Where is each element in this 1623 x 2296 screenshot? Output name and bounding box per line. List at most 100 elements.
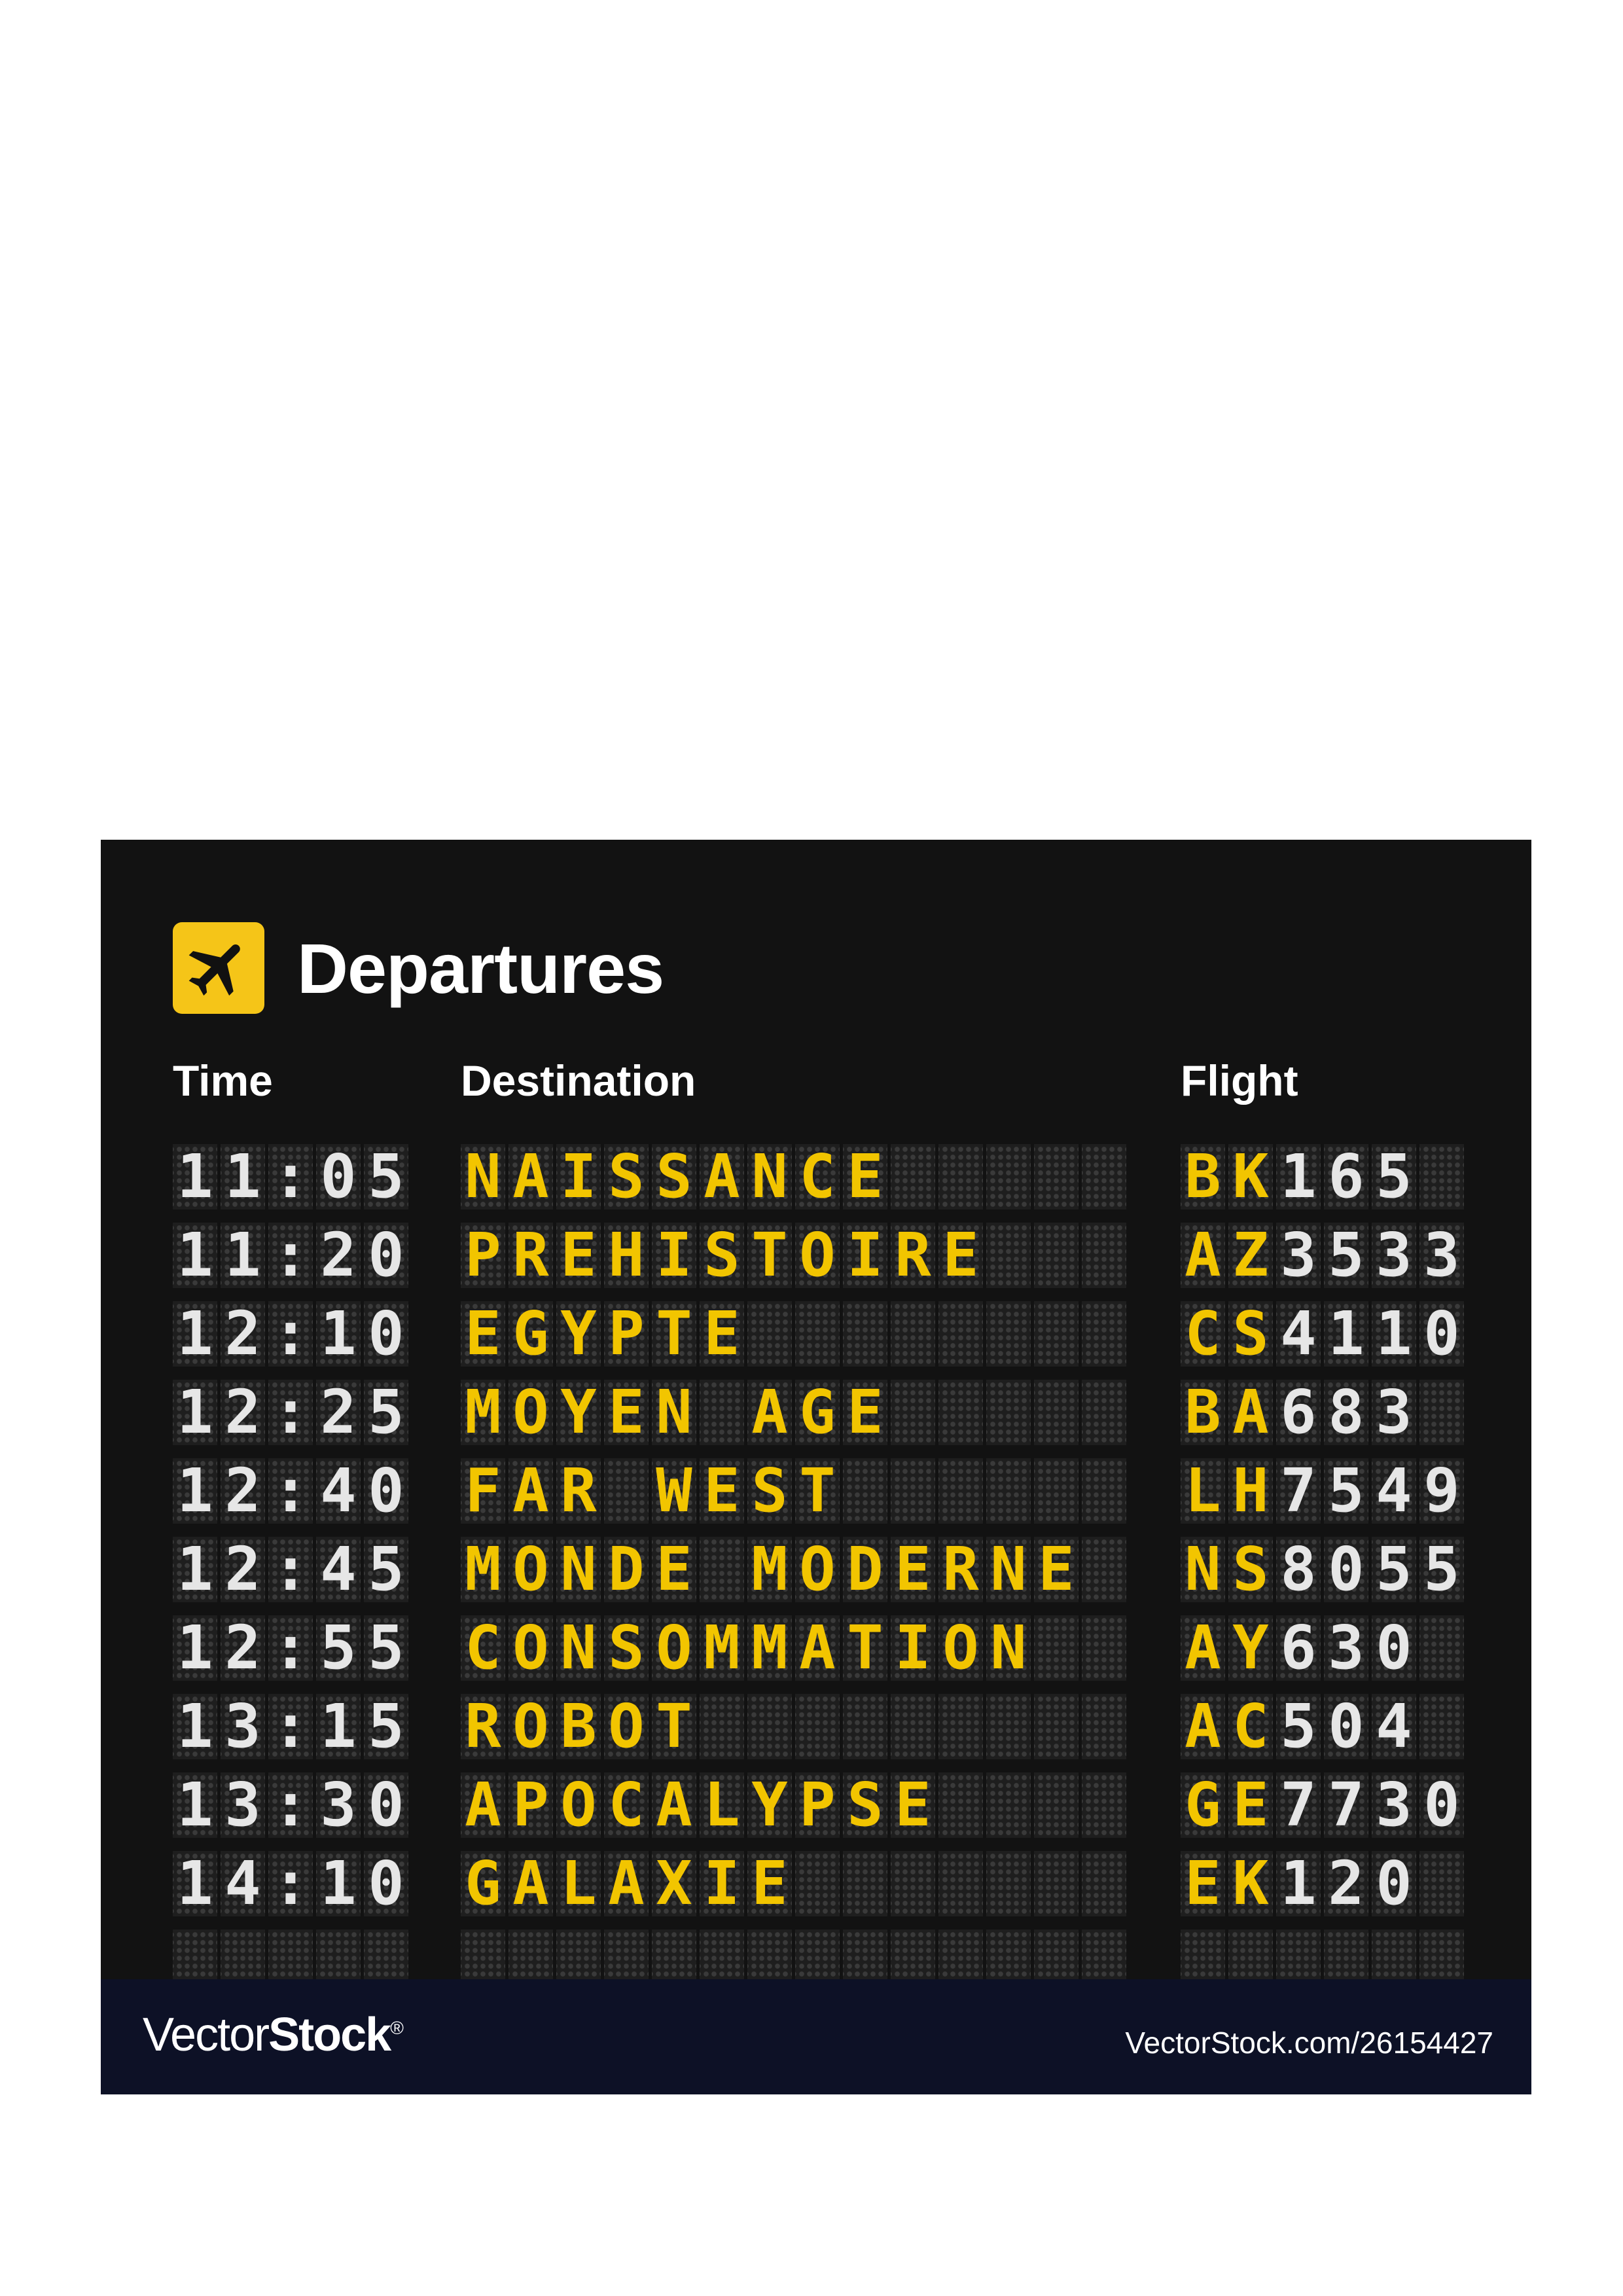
display-cell — [1419, 1380, 1464, 1445]
display-cell: 3 — [1419, 1223, 1464, 1288]
destination-cells: MOYENAGE — [461, 1380, 1130, 1445]
flight-cells: NS8055 — [1181, 1537, 1467, 1602]
flight-number-cells: 120 — [1276, 1851, 1467, 1916]
display-cell: E — [1181, 1851, 1225, 1916]
display-cell: 2 — [221, 1301, 265, 1367]
display-cell: 4 — [221, 1851, 265, 1916]
display-cell: M — [747, 1615, 792, 1681]
display-cell: 5 — [364, 1694, 408, 1759]
flight-number-cells: 7549 — [1276, 1458, 1467, 1524]
display-cell: 5 — [1324, 1223, 1368, 1288]
display-cell: C — [604, 1772, 649, 1838]
display-cell — [795, 1694, 840, 1759]
flight-cells: AZ3533 — [1181, 1223, 1467, 1288]
display-cell: M — [461, 1537, 505, 1602]
display-cell: O — [508, 1694, 553, 1759]
display-cell: 5 — [316, 1615, 361, 1681]
display-cell: S — [747, 1458, 792, 1524]
display-cell: B — [1181, 1380, 1225, 1445]
display-cell: O — [795, 1223, 840, 1288]
display-cell: : — [268, 1458, 313, 1524]
display-cell — [986, 1144, 1031, 1210]
display-cell: 4 — [316, 1537, 361, 1602]
display-cell: G — [795, 1380, 840, 1445]
column-header-flight: Flight — [1181, 1056, 1298, 1105]
flight-code-cells: LH — [1181, 1458, 1276, 1524]
display-cell: S — [604, 1615, 649, 1681]
flight-number-cells: 8055 — [1276, 1537, 1467, 1602]
flight-code-cells: GE — [1181, 1772, 1276, 1838]
destination-cells: PREHISTOIRE — [461, 1223, 1130, 1288]
board-title: Departures — [297, 928, 664, 1008]
display-cell: E — [1228, 1772, 1273, 1838]
display-cell: 1 — [173, 1380, 217, 1445]
departure-row: 12:45MONDEMODERNENS8055 — [173, 1537, 1464, 1615]
display-cell: N — [461, 1144, 505, 1210]
display-cell: 1 — [173, 1301, 217, 1367]
display-cell: F — [461, 1458, 505, 1524]
display-cell: T — [747, 1223, 792, 1288]
time-cells: 13:15 — [173, 1694, 412, 1759]
departure-row: 14:10GALAXIEEK120 — [173, 1851, 1464, 1929]
display-cell: 0 — [364, 1772, 408, 1838]
display-cell: 5 — [1372, 1537, 1416, 1602]
departure-rows: 11:05NAISSANCEBK16511:20PREHISTOIREAZ353… — [173, 1144, 1464, 2008]
flight-code-cells: BA — [1181, 1380, 1276, 1445]
display-cell: 2 — [221, 1537, 265, 1602]
display-cell: 3 — [1276, 1223, 1321, 1288]
display-cell: A — [747, 1380, 792, 1445]
flight-code-cells: AZ — [1181, 1223, 1276, 1288]
flight-code-cells: AC — [1181, 1694, 1276, 1759]
vectorstock-logo: VectorStock® — [143, 2008, 404, 2062]
display-cell: 0 — [1324, 1694, 1368, 1759]
display-cell: M — [747, 1537, 792, 1602]
display-cell: 6 — [1324, 1144, 1368, 1210]
display-cell: O — [508, 1537, 553, 1602]
display-cell: 5 — [1276, 1694, 1321, 1759]
display-cell: 0 — [364, 1301, 408, 1367]
display-cell: 1 — [1276, 1144, 1321, 1210]
display-cell: 3 — [316, 1772, 361, 1838]
display-cell — [891, 1144, 935, 1210]
display-cell: C — [795, 1144, 840, 1210]
display-cell: 1 — [1372, 1301, 1416, 1367]
display-cell: O — [652, 1615, 696, 1681]
display-cell: 6 — [1276, 1615, 1321, 1681]
brand-bold: Stock — [268, 2009, 391, 2061]
destination-cells: FARWEST — [461, 1458, 1130, 1524]
display-cell: P — [508, 1772, 553, 1838]
flight-number-cells: 630 — [1276, 1615, 1467, 1681]
flight-cells: CS4110 — [1181, 1301, 1467, 1367]
destination-cells: NAISSANCE — [461, 1144, 1130, 1210]
display-cell: O — [556, 1772, 601, 1838]
display-cell: 0 — [1372, 1851, 1416, 1916]
display-cell: E — [556, 1223, 601, 1288]
display-cell — [1082, 1458, 1126, 1524]
flight-code-cells: EK — [1181, 1851, 1276, 1916]
display-cell: 4 — [316, 1458, 361, 1524]
display-cell: 1 — [173, 1772, 217, 1838]
display-cell: 3 — [221, 1694, 265, 1759]
display-cell — [938, 1851, 983, 1916]
display-cell: O — [604, 1694, 649, 1759]
display-cell — [1082, 1694, 1126, 1759]
flight-code-cells: NS — [1181, 1537, 1276, 1602]
display-cell: Y — [556, 1301, 601, 1367]
display-cell: 1 — [173, 1223, 217, 1288]
display-cell: T — [795, 1458, 840, 1524]
display-cell: R — [556, 1458, 601, 1524]
display-cell: I — [700, 1851, 744, 1916]
flight-cells: AY630 — [1181, 1615, 1467, 1681]
display-cell: 0 — [1419, 1301, 1464, 1367]
display-cell: B — [1181, 1144, 1225, 1210]
display-cell — [843, 1301, 887, 1367]
flight-number-cells: 7730 — [1276, 1772, 1467, 1838]
display-cell — [1034, 1772, 1079, 1838]
display-cell — [1419, 1694, 1464, 1759]
display-cell: 2 — [316, 1223, 361, 1288]
display-cell: E — [891, 1772, 935, 1838]
display-cell — [1082, 1144, 1126, 1210]
display-cell — [938, 1772, 983, 1838]
display-cell: 5 — [364, 1380, 408, 1445]
display-cell: 1 — [173, 1615, 217, 1681]
